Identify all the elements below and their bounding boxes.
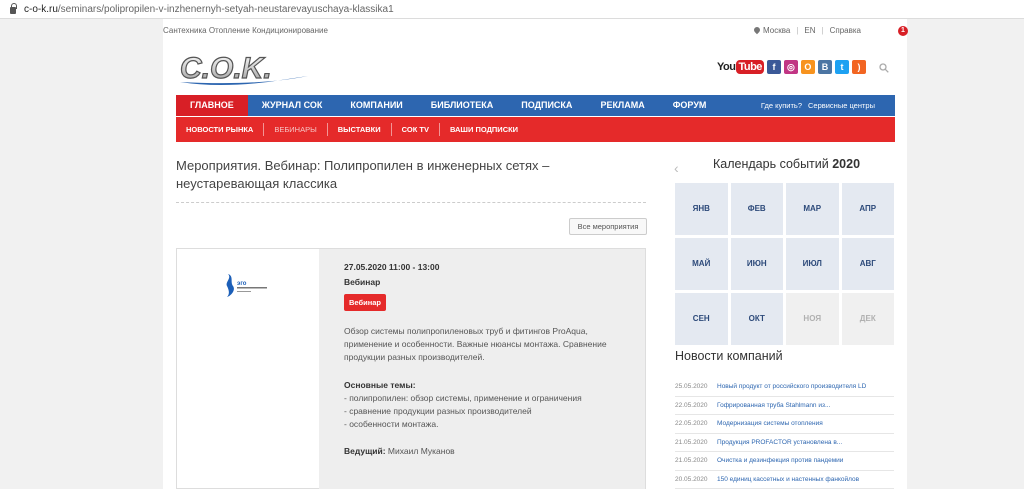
youtube-icon[interactable]: You Tube — [717, 60, 764, 74]
subnav-item-cok-tv[interactable]: СОК TV — [392, 123, 440, 136]
month-nov: НОЯ — [786, 293, 839, 345]
calendar-grid: ЯНВ ФЕВ МАР АПР МАЙ ИЮН ИЮЛ АВГ СЕН ОКТ … — [675, 183, 894, 345]
month-feb[interactable]: ФЕВ — [730, 183, 783, 235]
svg-text:эго: эго — [237, 281, 247, 287]
event-datetime: 27.05.2020 11:00 - 13:00 — [344, 262, 440, 272]
instagram-icon[interactable]: ◎ — [783, 60, 798, 74]
month-mar[interactable]: МАР — [786, 183, 839, 235]
event-info: 27.05.2020 11:00 - 13:00 Вебинар Вебинар… — [344, 262, 634, 456]
divider: | — [796, 26, 799, 35]
news-link[interactable]: Модернизация системы отопления — [717, 420, 823, 427]
site-categories: Сантехника Отопление Кондиционирование — [163, 26, 328, 35]
event-type: Вебинар — [344, 277, 381, 287]
site-logo[interactable]: C.O.K. — [178, 52, 313, 86]
news-link[interactable]: Новый продукт от российского производите… — [717, 383, 866, 390]
topic-item: - сравнение продукции разных производите… — [344, 406, 532, 416]
news-item[interactable]: 20.05.2020 150 единиц кассетных и настенн… — [675, 471, 894, 489]
ego-company-logo[interactable]: эго — [224, 272, 270, 300]
news-date: 21.05.2020 — [675, 457, 708, 465]
top-strip: Сантехника Отопление Кондиционирование М… — [163, 19, 907, 41]
month-jul[interactable]: ИЮЛ — [786, 238, 839, 290]
subnav-item-webinars[interactable]: ВЕБИНАРЫ — [264, 123, 328, 136]
month-may[interactable]: МАЙ — [675, 238, 728, 290]
month-apr[interactable]: АПР — [841, 183, 894, 235]
url-path: /seminars/polipropilen-v-inzhenernyh-set… — [57, 3, 394, 15]
divider: | — [821, 26, 824, 35]
news-item[interactable]: 21.05.2020 Продукция PROFACTOR установлен… — [675, 434, 894, 452]
location-pin-icon — [752, 25, 762, 35]
news-item[interactable]: 22.05.2020 Модернизация системы отопления — [675, 415, 894, 434]
language-link[interactable]: EN — [804, 26, 815, 35]
service-centers-link[interactable]: Сервисные центры — [808, 101, 875, 110]
subnav-item-market-news[interactable]: НОВОСТИ РЫНКА — [176, 123, 265, 136]
url-host: c-o-k.ru — [24, 3, 58, 15]
news-date: 21.05.2020 — [675, 438, 708, 446]
social-links: You Tube f ◎ О В t ) — [717, 60, 866, 74]
calendar-year: 2020 — [832, 157, 861, 171]
news-item[interactable]: 25.05.2020 Новый продукт от российского п… — [675, 378, 894, 397]
event-lead: Ведущий: Михаил Муканов — [344, 446, 634, 456]
event-description: Обзор системы полипропиленовых труб и фи… — [344, 326, 607, 362]
calendar-title: Календарь событий 2020 — [713, 157, 861, 171]
month-dec: ДЕК — [841, 293, 894, 345]
news-date: 22.05.2020 — [675, 420, 708, 428]
nav-item-advertising[interactable]: РЕКЛАМА — [586, 95, 658, 116]
news-date: 20.05.2020 — [675, 475, 708, 483]
news-item[interactable]: 22.05.2020 Гофрированная труба Stahlmann … — [675, 397, 894, 415]
news-date: 25.05.2020 — [675, 383, 708, 391]
month-sep[interactable]: СЕН — [675, 293, 728, 345]
subnav-item-exhibitions[interactable]: ВЫСТАВКИ — [328, 123, 392, 136]
nav-item-journal[interactable]: ЖУРНАЛ СОК — [248, 95, 337, 116]
nav-item-forum[interactable]: ФОРУМ — [659, 95, 721, 116]
news-date: 22.05.2020 — [675, 401, 708, 409]
top-links: Москва | EN | Справка — [752, 25, 861, 35]
month-jun[interactable]: ИЮН — [730, 238, 783, 290]
month-aug[interactable]: АВГ — [841, 238, 894, 290]
webinar-badge[interactable]: Вебинар — [344, 294, 387, 311]
browser-address-bar[interactable]: c-o-k.ru/seminars/polipropilen-v-inzhene… — [0, 0, 1024, 19]
subnav-item-your-subscriptions[interactable]: ВАШИ ПОДПИСКИ — [440, 123, 528, 136]
notification-badge[interactable]: 1 — [898, 26, 908, 36]
main-navigation: ГЛАВНОЕ ЖУРНАЛ СОК КОМПАНИИ БИБЛИОТЕКА П… — [176, 95, 895, 116]
cok-logo-graphic: C.O.K. — [179, 52, 308, 86]
news-link[interactable]: 150 единиц кассетных и настенных фанкойл… — [717, 476, 859, 483]
vk-icon[interactable]: В — [817, 60, 832, 74]
rss-icon[interactable]: ) — [851, 60, 866, 74]
topics-heading: Основные темы: — [344, 380, 416, 390]
event-topics: Основные темы: - полипропилен: обзор сис… — [344, 379, 634, 431]
news-link[interactable]: Очистка и дезинфекция против пандемии — [717, 457, 843, 464]
title-divider — [176, 202, 646, 203]
sub-navigation: НОВОСТИ РЫНКА ВЕБИНАРЫ ВЫСТАВКИ СОК TV В… — [176, 117, 895, 142]
company-news-list: 25.05.2020 Новый продукт от российского п… — [675, 378, 894, 489]
nav-item-main[interactable]: ГЛАВНОЕ — [176, 95, 248, 116]
news-link[interactable]: Гофрированная труба Stahlmann из... — [717, 402, 830, 409]
twitter-icon[interactable]: t — [834, 60, 849, 74]
all-events-button[interactable]: Все мероприятия — [569, 218, 647, 235]
nav-item-companies[interactable]: КОМПАНИИ — [336, 95, 416, 116]
nav-item-library[interactable]: БИБЛИОТЕКА — [417, 95, 507, 116]
help-link[interactable]: Справка — [830, 26, 861, 35]
lead-label: Ведущий: — [344, 446, 386, 456]
topic-item: - особенности монтажа. — [344, 419, 439, 429]
search-icon[interactable] — [879, 63, 889, 73]
page-title: Мероприятия. Вебинар: Полипропилен в инж… — [176, 158, 550, 191]
odnoklassniki-icon[interactable]: О — [800, 60, 815, 74]
nav-item-subscription[interactable]: ПОДПИСКА — [507, 95, 586, 116]
lock-icon — [10, 3, 17, 14]
month-oct[interactable]: ОКТ — [730, 293, 783, 345]
calendar-prev-chevron-icon[interactable]: ‹ — [674, 160, 679, 176]
company-news-title: Новости компаний — [675, 349, 783, 363]
svg-text:C.O.K.: C.O.K. — [180, 52, 272, 85]
news-item[interactable]: 21.05.2020 Очистка и дезинфекция против п… — [675, 452, 894, 471]
location-link[interactable]: Москва — [752, 25, 790, 35]
where-to-buy-link[interactable]: Где купить? — [761, 101, 802, 110]
news-link[interactable]: Продукция PROFACTOR установлена в... — [717, 439, 842, 446]
nav-right-links: Где купить? Сервисные центры — [761, 101, 895, 110]
month-jan[interactable]: ЯНВ — [675, 183, 728, 235]
facebook-icon[interactable]: f — [766, 60, 781, 74]
lead-name: Михаил Муканов — [385, 446, 455, 456]
topic-item: - полипропилен: обзор системы, применени… — [344, 393, 582, 403]
